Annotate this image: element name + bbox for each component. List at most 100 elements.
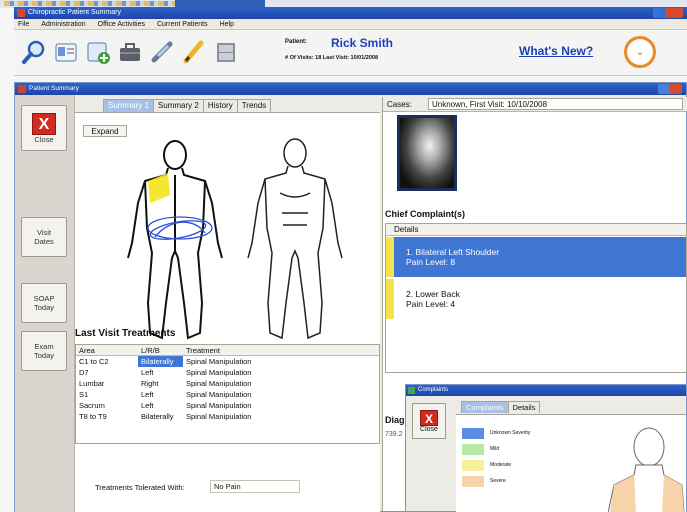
body-map[interactable] xyxy=(100,133,360,348)
row-treatment: Spinal Manipulation xyxy=(186,379,252,388)
menu-current-patients[interactable]: Current Patients xyxy=(157,19,208,29)
app-title: Chiropractic Patient Summary xyxy=(28,9,121,16)
close-label: Close xyxy=(420,425,438,433)
table-row[interactable]: T8 to T9 Bilaterally Spinal Manipulation xyxy=(76,411,379,422)
legend-swatch xyxy=(462,427,484,439)
row-area: Lumbar xyxy=(79,379,105,388)
column-area[interactable]: Area xyxy=(76,345,138,355)
complaints-tabs: Complaints Details xyxy=(461,401,541,413)
row-treatment: Spinal Manipulation xyxy=(186,412,252,421)
tab-summary-2[interactable]: Summary 2 xyxy=(152,99,204,112)
complaints-titlebar: Complaints xyxy=(406,385,686,396)
pencil-icon[interactable] xyxy=(180,38,208,66)
row-side: Right xyxy=(141,379,159,388)
summary-tabs: Summary 1 Summary 2 History Trends xyxy=(103,99,272,112)
menu-help[interactable]: Help xyxy=(220,19,234,29)
alarm-clock-icon[interactable]: ⌄ xyxy=(624,36,656,68)
legend-item: Unknown Severity xyxy=(462,427,530,439)
cases-label: Cases: xyxy=(387,100,412,109)
tab-summary-1[interactable]: Summary 1 xyxy=(103,99,154,112)
visit-dates-button[interactable]: Visit Dates xyxy=(21,217,67,257)
add-record-icon[interactable] xyxy=(84,38,112,66)
window-icon xyxy=(408,387,415,394)
menu-office-activities[interactable]: Office Activities xyxy=(98,19,145,29)
patient-summary-title: Patient Summary xyxy=(29,85,79,92)
tolerated-value-field[interactable]: No Pain xyxy=(210,480,300,493)
complaint-title: 1. Bilateral Left Shoulder xyxy=(406,247,500,257)
body-torso-diagram[interactable] xyxy=(606,427,686,512)
patient-card-icon[interactable] xyxy=(52,38,80,66)
sidebar: X Close Visit Dates SOAP Today Exam Toda… xyxy=(15,95,75,512)
close-icon: X xyxy=(420,409,438,426)
syringe-icon[interactable] xyxy=(148,38,176,66)
table-row[interactable]: C1 to C2 Bilaterally Spinal Manipulation xyxy=(76,356,379,367)
table-header: Area L/R/B Treatment xyxy=(76,345,379,356)
column-side[interactable]: L/R/B xyxy=(138,345,183,355)
treatments-table: Area L/R/B Treatment C1 to C2 Bilaterall… xyxy=(75,344,380,444)
last-visit-treatments-title: Last Visit Treatments xyxy=(75,328,176,339)
window-controls[interactable] xyxy=(658,84,682,94)
row-treatment: Spinal Manipulation xyxy=(186,368,252,377)
complaint-pain-level: Pain Level: 8 xyxy=(406,257,456,267)
toolbar: Patient: Rick Smith # Of Visits: 18 Last… xyxy=(14,30,687,76)
row-treatment: Spinal Manipulation xyxy=(186,357,252,366)
briefcase-icon[interactable] xyxy=(116,38,144,66)
legend-label: Unknown Severity xyxy=(490,430,531,436)
window-controls[interactable] xyxy=(653,8,683,18)
legend-label: Moderate xyxy=(490,462,512,468)
chief-complaints-list: Details 1. Bilateral Left Shoulder Pain … xyxy=(385,223,687,373)
row-area: T8 to T9 xyxy=(79,412,107,421)
row-side: Left xyxy=(141,401,154,410)
table-row[interactable]: S1 Left Spinal Manipulation xyxy=(76,389,379,400)
complaints-body: Unknown Severity Mild Moderate Severe xyxy=(456,414,686,512)
menu-file[interactable]: File xyxy=(18,19,29,29)
tab-history[interactable]: History xyxy=(202,99,238,112)
app-icon xyxy=(17,9,25,17)
complaints-title: Complaints xyxy=(418,387,449,393)
summary-panel: Expand xyxy=(75,112,380,512)
soap-today-button[interactable]: SOAP Today xyxy=(21,283,67,323)
row-treatment: Spinal Manipulation xyxy=(186,401,252,410)
patient-name: Rick Smith xyxy=(331,36,394,50)
row-area: C1 to C2 xyxy=(79,357,109,366)
row-area: Sacrum xyxy=(79,401,105,410)
patient-info: Patient: Rick Smith # Of Visits: 18 Last… xyxy=(285,36,465,69)
tab-complaints[interactable]: Complaints xyxy=(461,401,509,413)
legend-label: Severe xyxy=(490,478,506,484)
list-item[interactable]: 1. Bilateral Left Shoulder Pain Level: 8 xyxy=(386,237,686,277)
file-cabinet-icon[interactable] xyxy=(212,38,240,66)
table-row[interactable]: D7 Left Spinal Manipulation xyxy=(76,367,379,378)
complaint-title: 2. Lower Back xyxy=(406,289,460,299)
search-icon[interactable] xyxy=(20,38,48,66)
patient-summary-titlebar: Patient Summary xyxy=(15,83,686,95)
close-button[interactable]: X Close xyxy=(412,403,446,439)
column-treatment[interactable]: Treatment xyxy=(183,345,373,355)
legend-label: Mild xyxy=(490,446,500,452)
close-icon: X xyxy=(32,112,56,135)
legend-swatch xyxy=(462,475,484,487)
cases-select[interactable]: Unknown, First Visit: 10/10/2008 xyxy=(428,98,683,110)
list-item[interactable]: 2. Lower Back Pain Level: 4 xyxy=(386,279,686,319)
visits-info: # Of Visits: 18 Last Visit: 10/01/2008 xyxy=(285,55,379,61)
row-area: S1 xyxy=(79,390,89,399)
complaint-pain-level: Pain Level: 4 xyxy=(406,299,456,309)
whats-new-link[interactable]: What's New? xyxy=(519,44,593,58)
xray-thumbnail[interactable] xyxy=(397,115,457,191)
window-icon xyxy=(18,85,26,93)
row-treatment: Spinal Manipulation xyxy=(186,390,252,399)
table-row[interactable]: Sacrum Left Spinal Manipulation xyxy=(76,400,379,411)
tab-details[interactable]: Details xyxy=(507,401,541,413)
row-side: Left xyxy=(141,368,154,377)
exam-today-button[interactable]: Exam Today xyxy=(21,331,67,371)
legend-item: Moderate xyxy=(462,459,511,471)
complaints-window: Complaints X Close Complaints Details Un… xyxy=(405,384,687,512)
legend-item: Mild xyxy=(462,443,499,455)
close-button[interactable]: X Close xyxy=(21,105,67,151)
row-side: Bilaterally xyxy=(141,412,174,421)
table-row[interactable]: Lumbar Right Spinal Manipulation xyxy=(76,378,379,389)
chief-complaints-title: Chief Complaint(s) xyxy=(385,209,465,219)
menu-administration[interactable]: Administration xyxy=(41,19,85,29)
xray-image xyxy=(400,118,454,188)
row-side: Left xyxy=(141,390,154,399)
tab-trends[interactable]: Trends xyxy=(236,99,272,112)
